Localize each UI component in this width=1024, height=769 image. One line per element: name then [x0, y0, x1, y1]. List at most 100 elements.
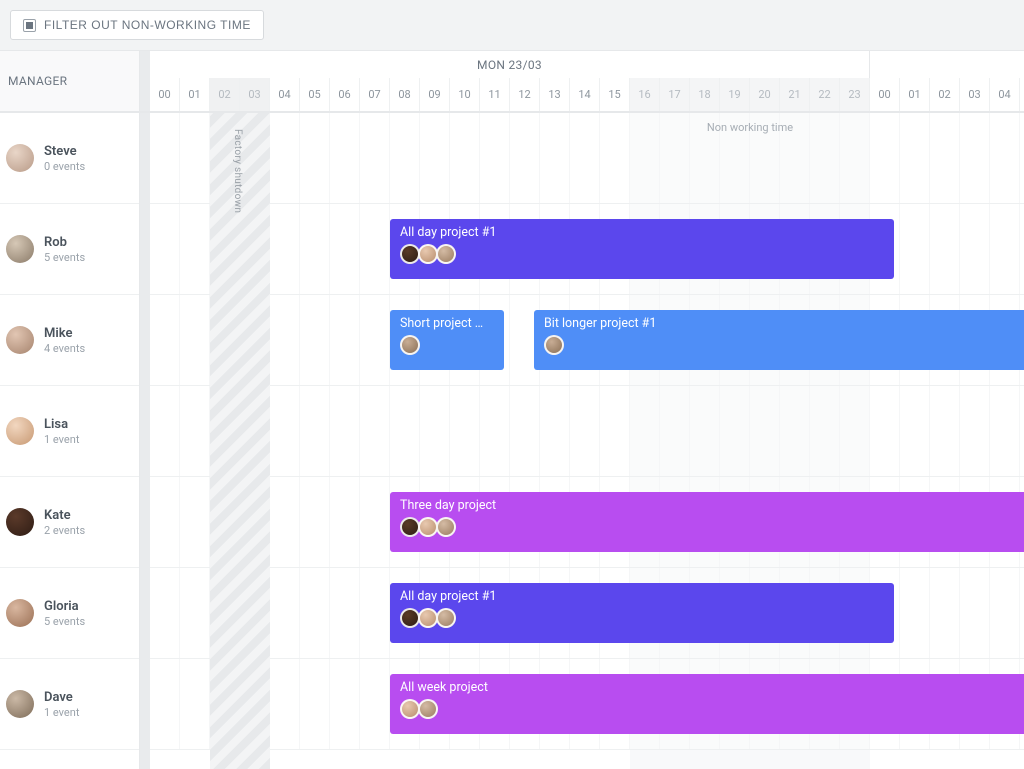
- manager-row[interactable]: Steve0 events: [0, 113, 139, 204]
- event-attendees: [400, 244, 884, 264]
- manager-name: Kate: [44, 508, 85, 523]
- manager-name: Dave: [44, 690, 79, 705]
- manager-row[interactable]: Rob5 events: [0, 204, 139, 295]
- hour-header-cell: 12: [510, 78, 540, 111]
- attendee-avatar: [400, 335, 420, 355]
- hour-header-row: 0001020304050607080910111213141516171819…: [150, 78, 1024, 111]
- avatar: [6, 599, 34, 627]
- avatar: [6, 417, 34, 445]
- event-bar[interactable]: Short project …: [390, 310, 504, 370]
- date-header-next: [870, 51, 1024, 78]
- attendee-avatar: [544, 335, 564, 355]
- avatar: [6, 508, 34, 536]
- manager-row[interactable]: Dave1 event: [0, 659, 139, 750]
- event-title: All week project: [400, 680, 1024, 695]
- event-attendees: [544, 335, 1024, 355]
- manager-name: Steve: [44, 144, 85, 159]
- event-bar[interactable]: All week project: [390, 674, 1024, 734]
- event-bar[interactable]: All day project #1: [390, 583, 894, 643]
- hour-header-cell: 04: [270, 78, 300, 111]
- manager-column-header: MANAGER: [0, 51, 140, 113]
- hour-header-cell: 04: [990, 78, 1020, 111]
- date-header: MON 23/03: [150, 51, 870, 78]
- attendee-avatar: [436, 244, 456, 264]
- hour-header-cell: 13: [540, 78, 570, 111]
- hour-header-cell: 09: [420, 78, 450, 111]
- toolbar: FILTER OUT NON-WORKING TIME: [0, 0, 1024, 51]
- manager-name: Rob: [44, 235, 85, 250]
- manager-event-count: 0 events: [44, 160, 85, 173]
- avatar: [6, 144, 34, 172]
- column-splitter[interactable]: [140, 113, 150, 769]
- hour-header-cell: 18: [690, 78, 720, 111]
- manager-event-count: 5 events: [44, 615, 85, 628]
- hour-header-cell: 17: [660, 78, 690, 111]
- manager-event-count: 2 events: [44, 524, 85, 537]
- manager-row[interactable]: Gloria5 events: [0, 568, 139, 659]
- hour-header-cell: 00: [870, 78, 900, 111]
- hour-header-cell: 03: [960, 78, 990, 111]
- hour-header-cell: 20: [750, 78, 780, 111]
- hour-header-cell: 19: [720, 78, 750, 111]
- manager-event-count: 5 events: [44, 251, 85, 264]
- attendee-avatar: [418, 608, 438, 628]
- avatar: [6, 235, 34, 263]
- event-title: Bit longer project #1: [544, 316, 1024, 331]
- attendee-avatar: [436, 517, 456, 537]
- manager-row[interactable]: Kate2 events: [0, 477, 139, 568]
- hour-header-cell: 11: [480, 78, 510, 111]
- event-title: Short project …: [400, 316, 494, 331]
- event-attendees: [400, 517, 1024, 537]
- event-bar[interactable]: Bit longer project #1: [534, 310, 1024, 370]
- checkbox-icon: [23, 19, 36, 32]
- hour-header-cell: 01: [180, 78, 210, 111]
- hour-header-cell: 02: [210, 78, 240, 111]
- manager-event-count: 1 event: [44, 706, 79, 719]
- hour-header-cell: 06: [330, 78, 360, 111]
- attendee-avatar: [418, 699, 438, 719]
- event-title: All day project #1: [400, 589, 884, 604]
- nonworking-label: Non working time: [630, 121, 870, 134]
- manager-row[interactable]: Mike4 events: [0, 295, 139, 386]
- hour-header-cell: 03: [240, 78, 270, 111]
- manager-name: Mike: [44, 326, 85, 341]
- manager-event-count: 1 event: [44, 433, 79, 446]
- shutdown-label: Factory shutdown: [232, 129, 243, 213]
- attendee-avatar: [400, 608, 420, 628]
- event-bar[interactable]: All day project #1: [390, 219, 894, 279]
- hour-header-cell: 10: [450, 78, 480, 111]
- hour-header-cell: 15: [600, 78, 630, 111]
- event-title: All day project #1: [400, 225, 884, 240]
- attendee-avatar: [436, 608, 456, 628]
- event-bar[interactable]: Three day project: [390, 492, 1024, 552]
- filter-label: FILTER OUT NON-WORKING TIME: [44, 18, 251, 32]
- filter-nonworking-button[interactable]: FILTER OUT NON-WORKING TIME: [10, 10, 264, 40]
- hour-header-cell: 08: [390, 78, 420, 111]
- attendee-avatar: [400, 699, 420, 719]
- hour-header-cell: 22: [810, 78, 840, 111]
- manager-row[interactable]: Lisa1 event: [0, 386, 139, 477]
- manager-name: Gloria: [44, 599, 85, 614]
- event-attendees: [400, 608, 884, 628]
- timeline-row[interactable]: [150, 113, 1024, 204]
- hour-header-cell: 21: [780, 78, 810, 111]
- event-title: Three day project: [400, 498, 1024, 513]
- hour-header-cell: 05: [300, 78, 330, 111]
- hour-header-cell: 00: [150, 78, 180, 111]
- hour-header-cell: 02: [930, 78, 960, 111]
- hour-header-cell: 01: [900, 78, 930, 111]
- hour-header-cell: 16: [630, 78, 660, 111]
- attendee-avatar: [418, 244, 438, 264]
- attendee-avatar: [400, 517, 420, 537]
- avatar: [6, 326, 34, 354]
- timeline-body[interactable]: Factory shutdown Non working time All da…: [150, 113, 1024, 769]
- timeline-header: MON 23/03 000102030405060708091011121314…: [150, 51, 1024, 113]
- hour-header-cell: 23: [840, 78, 870, 111]
- manager-list: Steve0 eventsRob5 eventsMike4 eventsLisa…: [0, 113, 140, 769]
- timeline-row[interactable]: [150, 386, 1024, 477]
- column-splitter[interactable]: [140, 51, 150, 113]
- avatar: [6, 690, 34, 718]
- hour-header-cell: 14: [570, 78, 600, 111]
- event-attendees: [400, 699, 1024, 719]
- attendee-avatar: [400, 244, 420, 264]
